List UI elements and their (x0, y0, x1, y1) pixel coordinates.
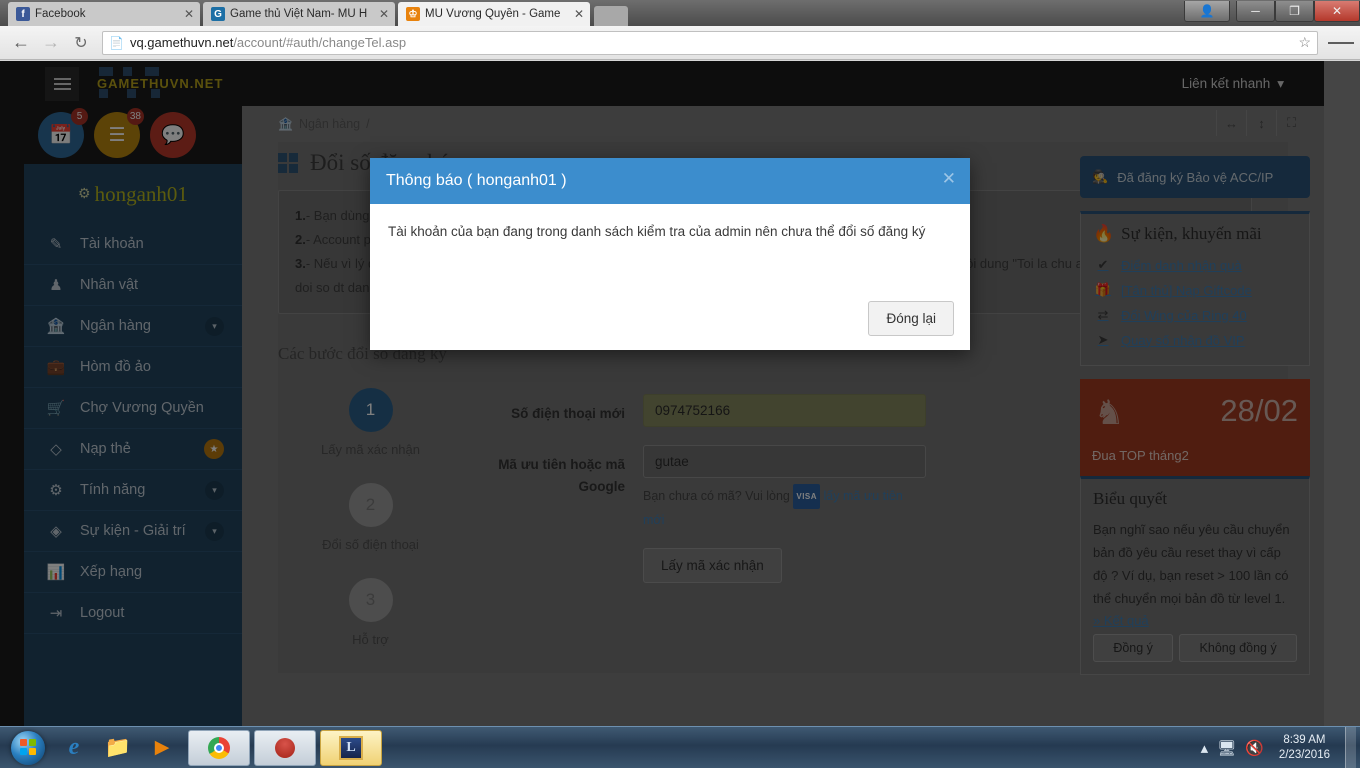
clock-time: 8:39 AM (1283, 733, 1326, 746)
file-explorer-icon[interactable]: 📁 (96, 729, 140, 767)
facebook-icon: f (16, 7, 30, 21)
modal-header: Thông báo ( honganh01 ) ✕ (370, 158, 970, 204)
new-tab-button[interactable] (594, 6, 628, 26)
user-profile-button[interactable]: 👤 (1184, 1, 1230, 22)
modal-message: Tài khoản của bạn đang trong danh sách k… (388, 224, 926, 239)
address-bar[interactable]: 📄 vq.gamethuvn.net/account/#auth/changeT… (102, 30, 1318, 55)
chrome-task[interactable] (188, 729, 250, 766)
network-icon[interactable]: 🖥 (1217, 739, 1236, 757)
page-info-icon: 📄 (109, 35, 124, 50)
browser-tab-mu-vuong-quyen[interactable]: ♔ MU Vương Quyền - Game ✕ (398, 2, 590, 26)
close-icon[interactable]: ✕ (942, 169, 956, 189)
windows-orb-icon (11, 730, 45, 765)
minimize-button[interactable]: ─ (1236, 1, 1275, 22)
tab-label: MU Vương Quyền - Game (425, 8, 561, 20)
url-host: vq.gamethuvn.net (129, 35, 234, 50)
maximize-button[interactable]: ❐ (1275, 1, 1314, 22)
show-desktop-button[interactable] (1345, 726, 1356, 768)
league-task[interactable]: L (320, 729, 382, 766)
gamethu-icon: G (211, 7, 225, 21)
volume-muted-icon[interactable]: 🔇 (1245, 739, 1264, 757)
close-window-button[interactable]: ✕ (1314, 1, 1360, 22)
tab-label: Facebook (35, 8, 86, 20)
start-button[interactable] (4, 729, 52, 767)
browser-tab-gamethu[interactable]: G Game thủ Việt Nam- MU H ✕ (203, 2, 395, 26)
close-icon[interactable]: ✕ (182, 7, 196, 21)
window-controls: 👤 ─ ❐ ✕ (1184, 0, 1360, 26)
notification-modal: Thông báo ( honganh01 ) ✕ Tài khoản của … (370, 158, 970, 350)
tab-label: Game thủ Việt Nam- MU H (230, 8, 368, 20)
chrome-icon (208, 736, 230, 759)
modal-close-button[interactable]: Đóng lại (868, 301, 954, 336)
chrome-menu-icon[interactable] (1328, 28, 1355, 58)
url-text: vq.gamethuvn.net/account/#auth/changeTel… (130, 35, 1294, 50)
browser-window: f Facebook ✕ G Game thủ Việt Nam- MU H ✕… (0, 0, 1360, 726)
browser-tab-facebook[interactable]: f Facebook ✕ (8, 2, 200, 26)
media-player-icon[interactable]: ▶ (140, 729, 184, 767)
reload-icon[interactable]: ↻ (66, 28, 96, 58)
windows-taskbar: e 📁 ▶ L ▴ 🖥 🔇 8:39 AM 2/23/2016 (0, 726, 1360, 768)
windows-flag-icon (19, 739, 37, 756)
url-path: /account/#auth/changeTel.asp (233, 35, 407, 50)
clock-date: 2/23/2016 (1278, 748, 1330, 761)
back-icon[interactable]: ← (6, 28, 36, 58)
close-icon[interactable]: ✕ (572, 7, 586, 21)
league-icon: L (339, 735, 363, 760)
browser-tab-strip: f Facebook ✕ G Game thủ Việt Nam- MU H ✕… (0, 0, 1360, 26)
bookmark-star-icon[interactable]: ☆ (1298, 34, 1311, 51)
game-avatar-icon (275, 737, 295, 758)
internet-explorer-icon[interactable]: e (52, 729, 96, 767)
show-hidden-icons-icon[interactable]: ▴ (1201, 739, 1209, 757)
clock[interactable]: 8:39 AM 2/23/2016 (1273, 733, 1336, 763)
close-icon[interactable]: ✕ (377, 7, 391, 21)
game-task[interactable] (254, 729, 316, 766)
system-tray: ▴ 🖥 🔇 8:39 AM 2/23/2016 (1201, 726, 1360, 768)
page-viewport: GAMETHUVN.NET Liên kết nhanh ▾ 📅 5 ☰ 38 … (0, 61, 1360, 726)
browser-toolbar: ← → ↻ 📄 vq.gamethuvn.net/account/#auth/c… (0, 26, 1360, 60)
modal-title: Thông báo ( honganh01 ) (386, 172, 567, 189)
crown-icon: ♔ (406, 7, 420, 21)
forward-icon[interactable]: → (36, 28, 66, 58)
modal-footer: Đóng lại (868, 301, 954, 336)
